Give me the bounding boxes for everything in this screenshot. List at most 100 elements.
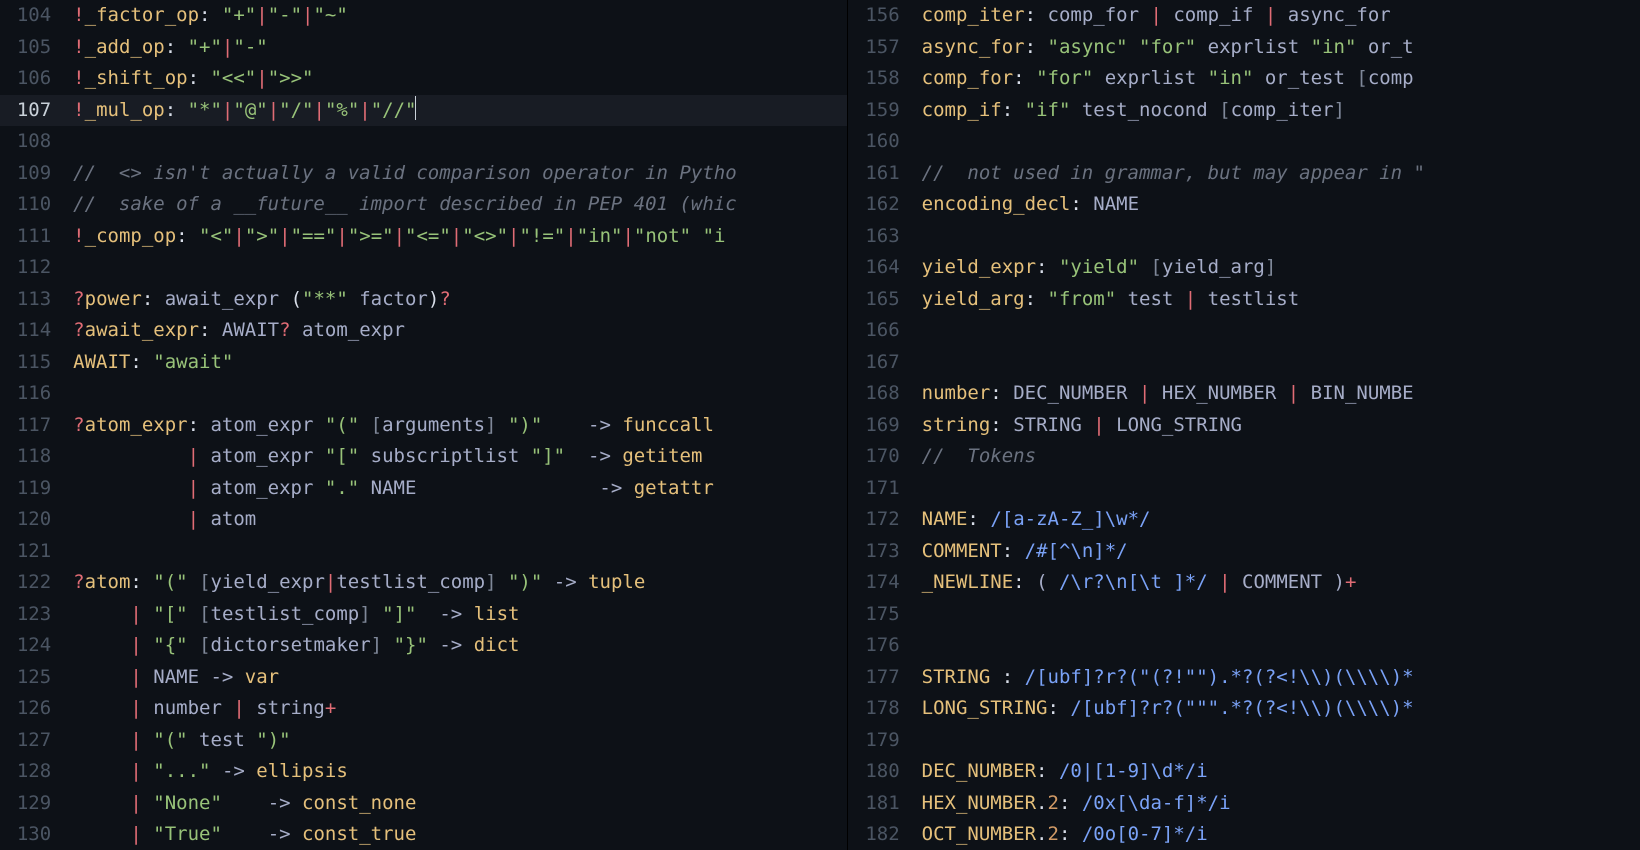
- code-line[interactable]: 118 | atom_expr "[" subscriptlist "]" ->…: [0, 441, 847, 473]
- code-content[interactable]: | "..." -> ellipsis: [73, 756, 348, 788]
- code-line[interactable]: 166: [848, 315, 1640, 347]
- code-line[interactable]: 175: [848, 599, 1640, 631]
- code-line[interactable]: 124 | "{" [dictorsetmaker] "}" -> dict: [0, 630, 847, 662]
- code-content[interactable]: ?atom: "(" [yield_expr|testlist_comp] ")…: [73, 567, 645, 599]
- code-line[interactable]: 161// not used in grammar, but may appea…: [848, 158, 1640, 190]
- code-line[interactable]: 109// <> isn't actually a valid comparis…: [0, 158, 847, 190]
- code-line[interactable]: 157async_for: "async" "for" exprlist "in…: [848, 32, 1640, 64]
- code-content[interactable]: | "{" [dictorsetmaker] "}" -> dict: [73, 630, 519, 662]
- code-content[interactable]: ?atom_expr: atom_expr "(" [arguments] ")…: [73, 410, 714, 442]
- code-line[interactable]: 122?atom: "(" [yield_expr|testlist_comp]…: [0, 567, 847, 599]
- code-line[interactable]: 128 | "..." -> ellipsis: [0, 756, 847, 788]
- code-content[interactable]: COMMENT: /#[^\n]*/: [922, 536, 1128, 568]
- code-content[interactable]: async_for: "async" "for" exprlist "in" o…: [922, 32, 1414, 64]
- code-line[interactable]: 169string: STRING | LONG_STRING: [848, 410, 1640, 442]
- code-content[interactable]: | number | string+: [73, 693, 336, 725]
- code-content[interactable]: encoding_decl: NAME: [922, 189, 1139, 221]
- code-line[interactable]: 165yield_arg: "from" test | testlist: [848, 284, 1640, 316]
- code-line[interactable]: 104!_factor_op: "+"|"-"|"~": [0, 0, 847, 32]
- code-line[interactable]: 180DEC_NUMBER: /0|[1-9]\d*/i: [848, 756, 1640, 788]
- code-line[interactable]: 123 | "[" [testlist_comp] "]" -> list: [0, 599, 847, 631]
- code-content[interactable]: yield_arg: "from" test | testlist: [922, 284, 1300, 316]
- code-content[interactable]: // Tokens: [922, 441, 1036, 473]
- code-line[interactable]: 121: [0, 536, 847, 568]
- code-content[interactable]: | atom: [73, 504, 256, 536]
- code-line[interactable]: 164yield_expr: "yield" [yield_arg]: [848, 252, 1640, 284]
- code-content[interactable]: comp_if: "if" test_nocond [comp_iter]: [922, 95, 1345, 127]
- code-line[interactable]: 130 | "True" -> const_true: [0, 819, 847, 850]
- code-content[interactable]: !_factor_op: "+"|"-"|"~": [73, 0, 348, 32]
- code-line[interactable]: 111!_comp_op: "<"|">"|"=="|">="|"<="|"<>…: [0, 221, 847, 253]
- code-content[interactable]: string: STRING | LONG_STRING: [922, 410, 1242, 442]
- code-line[interactable]: 114?await_expr: AWAIT? atom_expr: [0, 315, 847, 347]
- code-line[interactable]: 112: [0, 252, 847, 284]
- editor-right-pane[interactable]: 156comp_iter: comp_for | comp_if | async…: [848, 0, 1640, 850]
- code-line[interactable]: 182OCT_NUMBER.2: /0o[0-7]*/i: [848, 819, 1640, 850]
- code-line[interactable]: 170// Tokens: [848, 441, 1640, 473]
- code-line[interactable]: 167: [848, 347, 1640, 379]
- code-line[interactable]: 117?atom_expr: atom_expr "(" [arguments]…: [0, 410, 847, 442]
- code-line[interactable]: 110// sake of a __future__ import descri…: [0, 189, 847, 221]
- code-line[interactable]: 158comp_for: "for" exprlist "in" or_test…: [848, 63, 1640, 95]
- code-line[interactable]: 107!_mul_op: "*"|"@"|"/"|"%"|"//": [0, 95, 847, 127]
- code-line[interactable]: 176: [848, 630, 1640, 662]
- code-line[interactable]: 156comp_iter: comp_for | comp_if | async…: [848, 0, 1640, 32]
- code-line[interactable]: 178LONG_STRING: /[ubf]?r?(""".*?(?<!\\)(…: [848, 693, 1640, 725]
- code-line[interactable]: 174_NEWLINE: ( /\r?\n[\t ]*/ | COMMENT )…: [848, 567, 1640, 599]
- code-content[interactable]: // not used in grammar, but may appear i…: [922, 158, 1425, 190]
- code-content[interactable]: | atom_expr "[" subscriptlist "]" -> get…: [73, 441, 702, 473]
- code-content[interactable]: NAME: /[a-zA-Z_]\w*/: [922, 504, 1151, 536]
- code-line[interactable]: 120 | atom: [0, 504, 847, 536]
- code-line[interactable]: 160: [848, 126, 1640, 158]
- code-line[interactable]: 179: [848, 725, 1640, 757]
- code-line[interactable]: 113?power: await_expr ("**" factor)?: [0, 284, 847, 316]
- code-content[interactable]: AWAIT: "await": [73, 347, 233, 379]
- code-content[interactable]: DEC_NUMBER: /0|[1-9]\d*/i: [922, 756, 1208, 788]
- code-content[interactable]: !_shift_op: "<<"|">>": [73, 63, 313, 95]
- code-line[interactable]: 172NAME: /[a-zA-Z_]\w*/: [848, 504, 1640, 536]
- code-content[interactable]: | "None" -> const_none: [73, 788, 416, 820]
- code-line[interactable]: 173COMMENT: /#[^\n]*/: [848, 536, 1640, 568]
- code-content[interactable]: // <> isn't actually a valid comparison …: [73, 158, 736, 190]
- code-content[interactable]: yield_expr: "yield" [yield_arg]: [922, 252, 1277, 284]
- code-content[interactable]: ?power: await_expr ("**" factor)?: [73, 284, 451, 316]
- code-content[interactable]: !_comp_op: "<"|">"|"=="|">="|"<="|"<>"|"…: [73, 221, 725, 253]
- code-content[interactable]: // sake of a __future__ import described…: [73, 189, 736, 221]
- code-line[interactable]: 119 | atom_expr "." NAME -> getattr: [0, 473, 847, 505]
- code-content[interactable]: HEX_NUMBER.2: /0x[\da-f]*/i: [922, 788, 1231, 820]
- code-content[interactable]: | NAME -> var: [73, 662, 279, 694]
- code-line[interactable]: 162encoding_decl: NAME: [848, 189, 1640, 221]
- code-line[interactable]: 177STRING : /[ubf]?r?("(?!"").*?(?<!\\)(…: [848, 662, 1640, 694]
- code-content[interactable]: | "True" -> const_true: [73, 819, 416, 850]
- code-content[interactable]: STRING : /[ubf]?r?("(?!"").*?(?<!\\)(\\\…: [922, 662, 1414, 694]
- line-number: 176: [848, 630, 921, 662]
- code-content[interactable]: comp_iter: comp_for | comp_if | async_fo…: [922, 0, 1391, 32]
- code-line[interactable]: 163: [848, 221, 1640, 253]
- editor-left-pane[interactable]: 104!_factor_op: "+"|"-"|"~"105!_add_op: …: [0, 0, 848, 850]
- code-line[interactable]: 106!_shift_op: "<<"|">>": [0, 63, 847, 95]
- code-content[interactable]: comp_for: "for" exprlist "in" or_test [c…: [922, 63, 1414, 95]
- code-line[interactable]: 108: [0, 126, 847, 158]
- code-line[interactable]: 181HEX_NUMBER.2: /0x[\da-f]*/i: [848, 788, 1640, 820]
- code-content[interactable]: !_add_op: "+"|"-": [73, 32, 268, 64]
- code-line[interactable]: 168number: DEC_NUMBER | HEX_NUMBER | BIN…: [848, 378, 1640, 410]
- code-line[interactable]: 116: [0, 378, 847, 410]
- code-content[interactable]: | "[" [testlist_comp] "]" -> list: [73, 599, 519, 631]
- code-line[interactable]: 159comp_if: "if" test_nocond [comp_iter]: [848, 95, 1640, 127]
- code-content[interactable]: number: DEC_NUMBER | HEX_NUMBER | BIN_NU…: [922, 378, 1414, 410]
- code-content[interactable]: ?await_expr: AWAIT? atom_expr: [73, 315, 405, 347]
- code-content[interactable]: _NEWLINE: ( /\r?\n[\t ]*/ | COMMENT )+: [922, 567, 1357, 599]
- code-line[interactable]: 115AWAIT: "await": [0, 347, 847, 379]
- code-content[interactable]: OCT_NUMBER.2: /0o[0-7]*/i: [922, 819, 1208, 850]
- code-content[interactable]: | atom_expr "." NAME -> getattr: [73, 473, 714, 505]
- code-line[interactable]: 126 | number | string+: [0, 693, 847, 725]
- line-number: 159: [848, 95, 921, 127]
- code-content[interactable]: !_mul_op: "*"|"@"|"/"|"%"|"//": [73, 95, 416, 127]
- code-content[interactable]: | "(" test ")": [73, 725, 290, 757]
- code-line[interactable]: 171: [848, 473, 1640, 505]
- code-line[interactable]: 127 | "(" test ")": [0, 725, 847, 757]
- code-line[interactable]: 129 | "None" -> const_none: [0, 788, 847, 820]
- code-line[interactable]: 125 | NAME -> var: [0, 662, 847, 694]
- code-content[interactable]: LONG_STRING: /[ubf]?r?(""".*?(?<!\\)(\\\…: [922, 693, 1414, 725]
- code-line[interactable]: 105!_add_op: "+"|"-": [0, 32, 847, 64]
